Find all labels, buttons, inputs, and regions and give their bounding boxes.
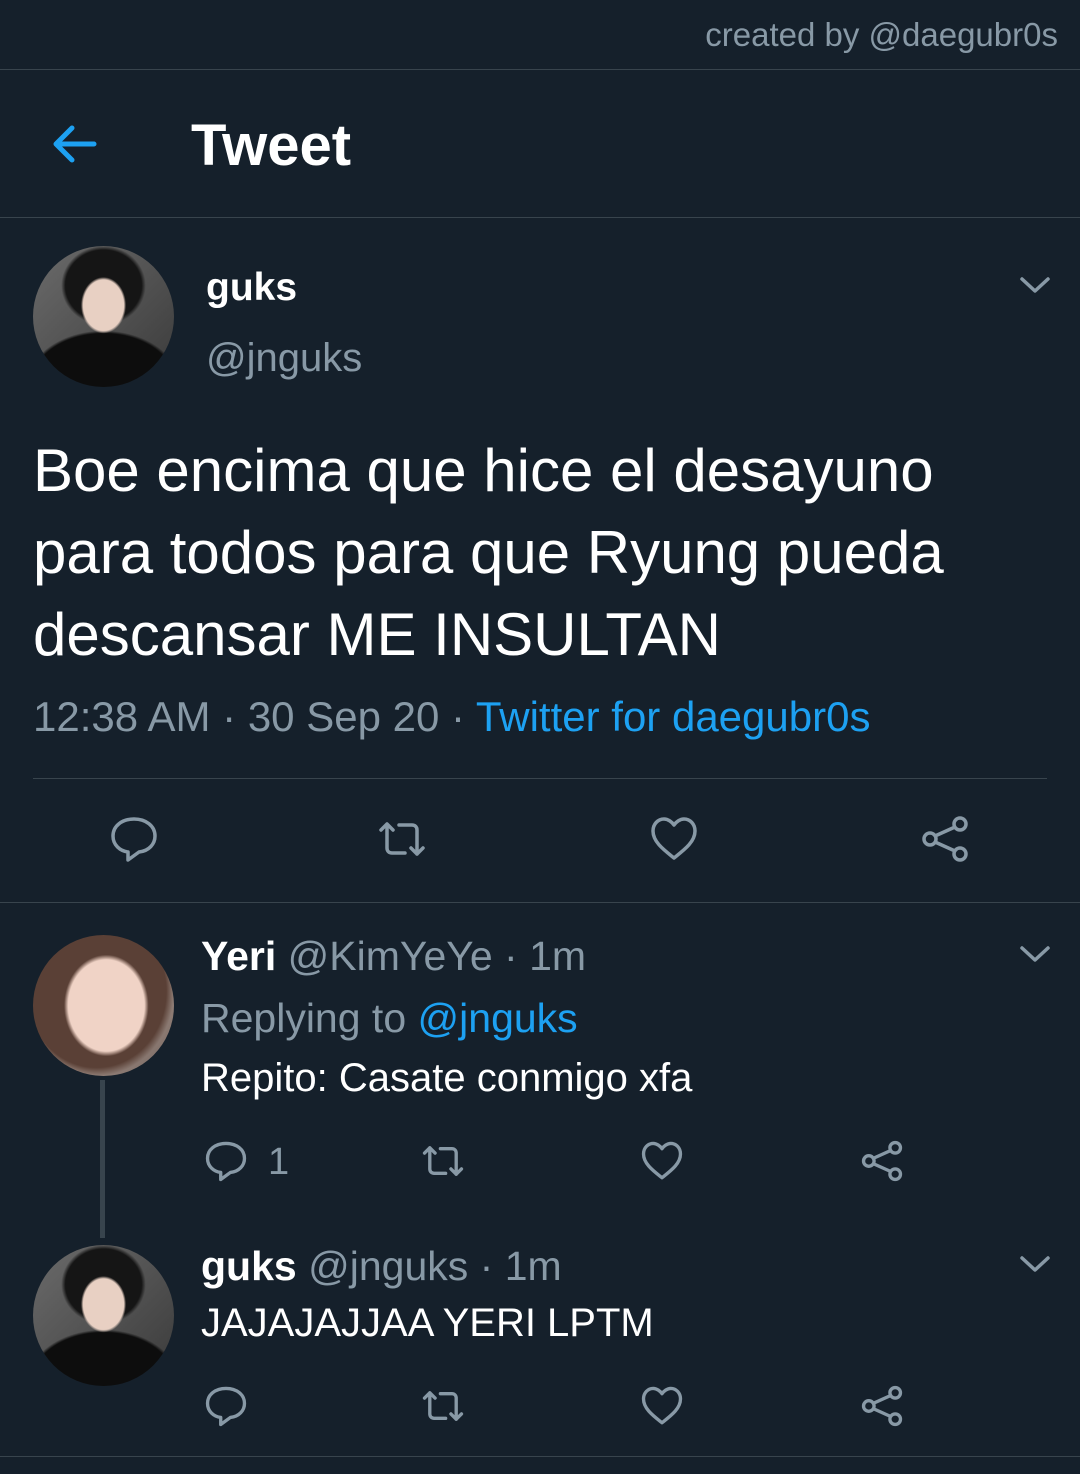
meta-divider (33, 778, 1047, 779)
author-name[interactable]: guks (206, 266, 297, 310)
meta-separator: · (504, 933, 518, 979)
header-divider (0, 217, 1080, 218)
page-title: Tweet (191, 113, 352, 178)
replying-prefix: Replying to (201, 995, 407, 1041)
credit-text: created by @daegubr0s (705, 16, 1058, 53)
tweet-divider (0, 902, 1080, 903)
avatar[interactable] (33, 1245, 174, 1386)
reply-icon[interactable] (204, 1384, 248, 1428)
reply-count: 1 (268, 1141, 290, 1183)
meta-separator: · (451, 693, 465, 740)
chevron-down-icon[interactable] (1018, 1253, 1052, 1275)
tweet-meta: 12:38 AM · 30 Sep 20 · Twitter for daegu… (33, 693, 870, 741)
reply-age: 1m (504, 1243, 562, 1289)
back-arrow-icon[interactable] (48, 118, 100, 170)
avatar[interactable] (33, 935, 174, 1076)
tweet-date: 30 Sep 20 (247, 693, 440, 740)
bottom-divider (0, 1456, 1080, 1457)
reply-author-handle[interactable]: @KimYeYe (288, 933, 493, 979)
reply-author-handle[interactable]: @jnguks (308, 1243, 468, 1289)
author-handle[interactable]: @jnguks (206, 336, 362, 381)
reply-author-name[interactable]: guks (201, 1243, 297, 1289)
reply-header: guks @jnguks · 1m (201, 1243, 562, 1290)
reply-text: JAJAJAJJAA YERI LPTM (201, 1301, 654, 1345)
reply-icon[interactable] (204, 1139, 248, 1183)
reply-author-name[interactable]: Yeri (201, 933, 276, 979)
like-icon[interactable] (640, 1139, 684, 1183)
tweet-time: 12:38 AM (33, 693, 211, 740)
like-icon[interactable] (640, 1384, 684, 1428)
share-icon[interactable] (920, 814, 970, 864)
share-icon[interactable] (860, 1384, 904, 1428)
tweet-source-link[interactable]: Twitter for daegubr0s (476, 693, 871, 740)
chevron-down-icon[interactable] (1018, 274, 1052, 296)
tweet-text: Boe encima que hice el desayuno para tod… (33, 437, 944, 668)
avatar[interactable] (33, 246, 174, 387)
like-icon[interactable] (649, 814, 699, 864)
share-icon[interactable] (860, 1139, 904, 1183)
meta-separator: · (479, 1243, 494, 1289)
reply-age: 1m (529, 933, 587, 979)
reply-text: Repito: Casate conmigo xfa (201, 1056, 693, 1100)
retweet-icon[interactable] (421, 1384, 465, 1428)
reply-icon[interactable] (109, 814, 159, 864)
retweet-icon[interactable] (377, 814, 427, 864)
replying-to-link[interactable]: @jnguks (418, 995, 578, 1041)
reply-header: Yeri @KimYeYe · 1m (201, 933, 586, 980)
top-divider (0, 69, 1080, 70)
replying-to: Replying to @jnguks (201, 995, 578, 1042)
chevron-down-icon[interactable] (1018, 943, 1052, 965)
thread-line (100, 1080, 105, 1238)
retweet-icon[interactable] (421, 1139, 465, 1183)
meta-separator: · (222, 693, 237, 740)
